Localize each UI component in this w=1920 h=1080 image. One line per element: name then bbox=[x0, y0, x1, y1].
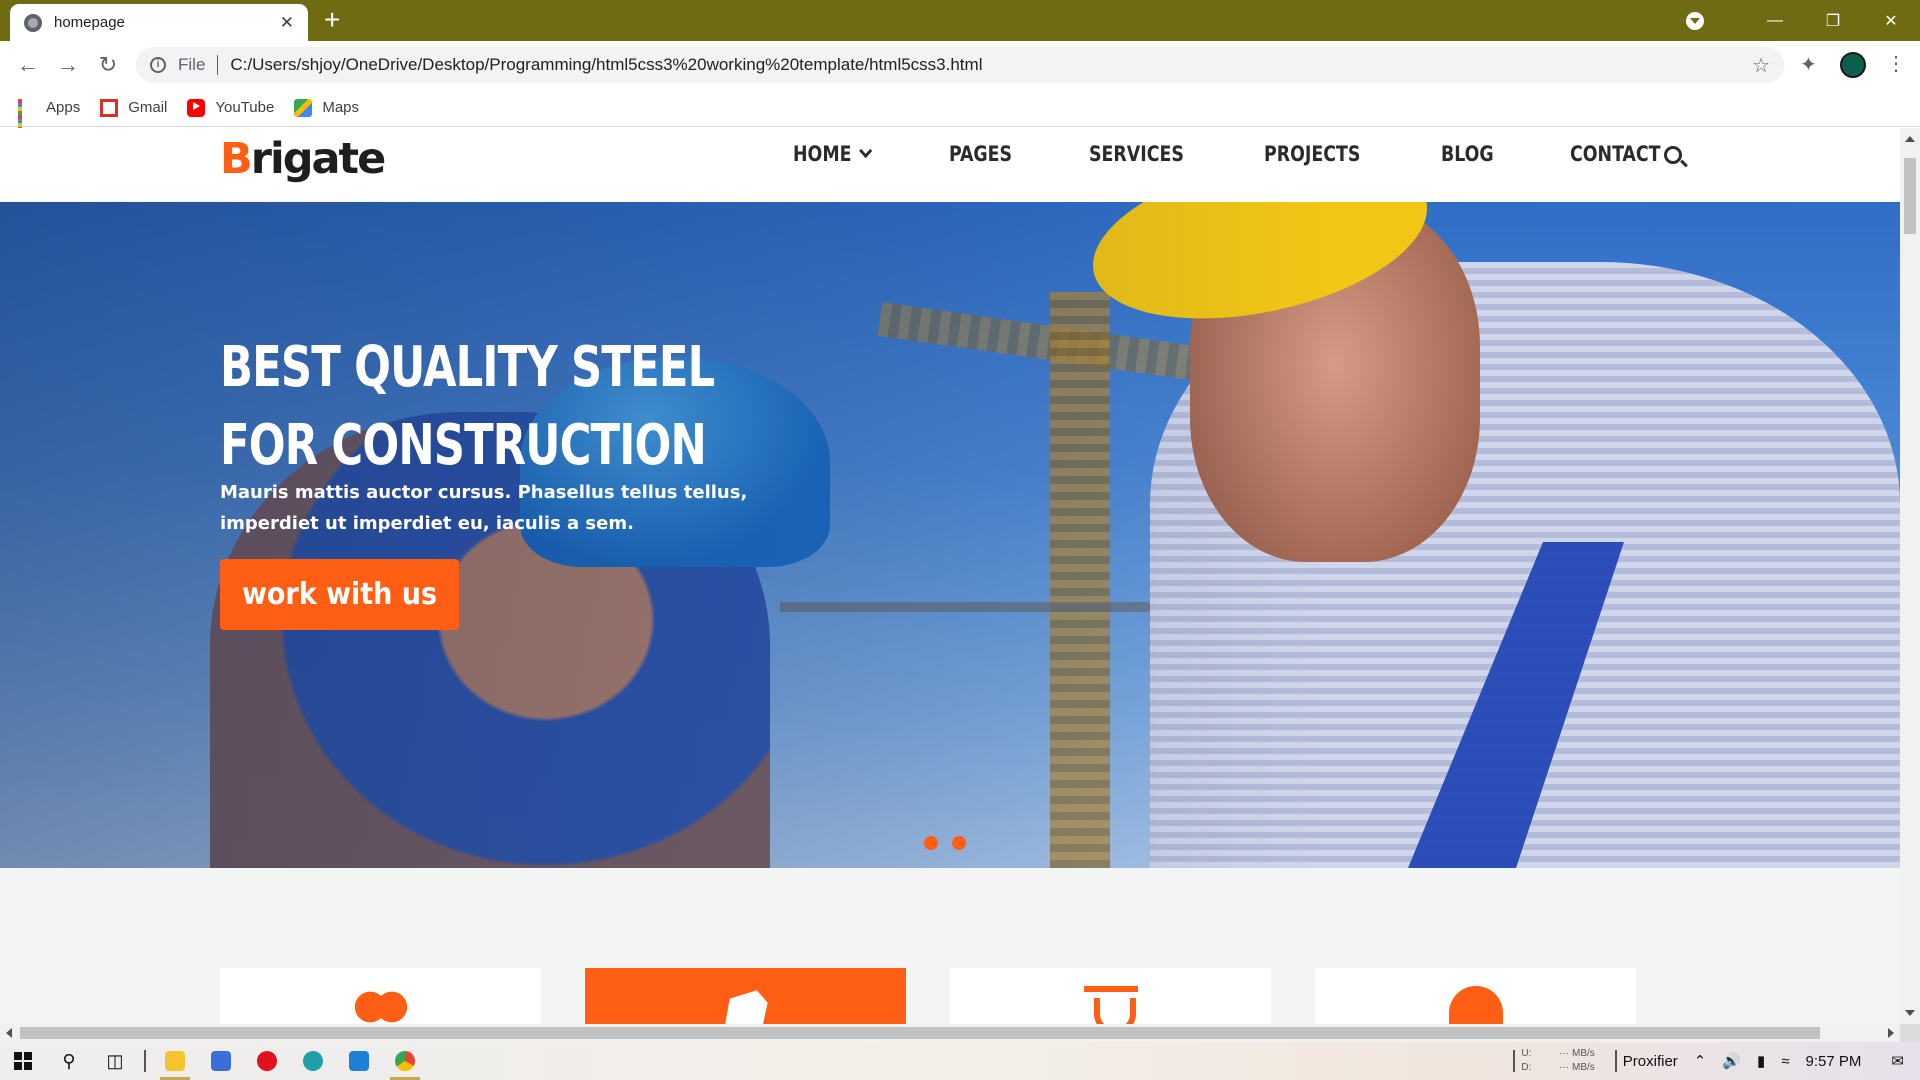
reload-icon[interactable]: ↻ bbox=[92, 49, 124, 81]
edge-icon[interactable] bbox=[290, 1042, 336, 1080]
start-button[interactable] bbox=[0, 1042, 46, 1080]
battery-icon[interactable]: ▮ bbox=[1757, 1052, 1765, 1070]
divider bbox=[1513, 1050, 1516, 1072]
bookmark-gmail[interactable]: Gmail bbox=[100, 98, 168, 117]
search-taskbar-icon[interactable]: ⚲ bbox=[46, 1042, 92, 1080]
bookmark-label: YouTube bbox=[215, 99, 275, 116]
browser-tab-strip: homepage ✕ + — ❐ ✕ bbox=[0, 0, 1920, 41]
clock[interactable]: 9:57 PM bbox=[1806, 1053, 1862, 1070]
scheme-label: File bbox=[178, 55, 206, 74]
vscode-icon[interactable] bbox=[336, 1042, 382, 1080]
file-explorer-icon[interactable] bbox=[152, 1042, 198, 1080]
divider bbox=[217, 55, 219, 75]
net-speed-meter: U: ··· MB/s D: ··· MB/s bbox=[1521, 1048, 1595, 1073]
globe-icon bbox=[24, 13, 42, 32]
scroll-down-icon[interactable] bbox=[1905, 1010, 1915, 1016]
bookmark-apps[interactable]: Apps bbox=[18, 98, 81, 135]
system-tray: U: ··· MB/s D: ··· MB/s Proxifier ⌃ 🔊 ▮ … bbox=[1507, 1042, 1920, 1080]
handshake-icon bbox=[354, 986, 408, 1024]
tab-search-icon[interactable] bbox=[1686, 11, 1704, 30]
nav-blog[interactable]: BLOG bbox=[1441, 142, 1494, 166]
profile-avatar[interactable] bbox=[1840, 52, 1866, 78]
page-viewport: Brigate HOME PAGES SERVICES PROJECTS BLO… bbox=[0, 128, 1900, 1024]
feature-card[interactable] bbox=[950, 968, 1271, 1024]
scroll-right-icon[interactable] bbox=[1888, 1028, 1894, 1038]
nav-services[interactable]: SERVICES bbox=[1089, 142, 1184, 166]
chevron-down-icon bbox=[858, 143, 872, 159]
scroll-thumb[interactable] bbox=[1904, 158, 1916, 234]
scroll-left-icon[interactable] bbox=[6, 1028, 12, 1038]
horizontal-scrollbar[interactable] bbox=[0, 1024, 1900, 1042]
browser-toolbar: ← → ↻ i File C:/Users/shjoy/OneDrive/Des… bbox=[0, 41, 1920, 89]
maps-icon bbox=[294, 98, 313, 117]
network-app-icon[interactable] bbox=[198, 1042, 244, 1080]
notification-icon[interactable]: ✉ bbox=[1891, 1052, 1904, 1070]
bookmark-label: Apps bbox=[46, 99, 81, 116]
slider-dots bbox=[924, 836, 980, 850]
apps-grid-icon bbox=[18, 98, 36, 135]
bookmark-youtube[interactable]: YouTube bbox=[187, 98, 275, 117]
feature-card[interactable] bbox=[585, 968, 906, 1024]
opera-icon[interactable] bbox=[244, 1042, 290, 1080]
close-window-button[interactable]: ✕ bbox=[1862, 0, 1920, 41]
tab-close-icon[interactable]: ✕ bbox=[280, 13, 294, 33]
windows-icon bbox=[14, 1052, 32, 1070]
task-view-icon[interactable]: ◫ bbox=[92, 1042, 138, 1080]
scroll-up-icon[interactable] bbox=[1905, 136, 1915, 142]
hand-icon bbox=[724, 990, 768, 1024]
nav-home[interactable]: HOME bbox=[793, 142, 872, 166]
helmet-icon bbox=[1449, 986, 1503, 1024]
taskbar: ⚲ ◫ U: ··· MB/s D: ··· MB/s Proxifier ⌃ … bbox=[0, 1042, 1920, 1080]
tab-title: homepage bbox=[54, 14, 125, 31]
bookmark-star-icon[interactable]: ☆ bbox=[1752, 53, 1770, 78]
chrome-icon[interactable] bbox=[382, 1042, 428, 1080]
minimize-button[interactable]: — bbox=[1746, 0, 1804, 41]
divider bbox=[1614, 1050, 1617, 1072]
hero-text: Mauris mattis auctor cursus. Phasellus t… bbox=[220, 482, 748, 534]
menu-kebab-icon[interactable]: ⋮ bbox=[1886, 51, 1906, 76]
back-icon[interactable]: ← bbox=[12, 49, 44, 81]
restore-button[interactable]: ❐ bbox=[1804, 0, 1862, 41]
gmail-icon bbox=[100, 98, 119, 117]
chevron-up-icon[interactable]: ⌃ bbox=[1694, 1052, 1707, 1070]
forward-icon[interactable]: → bbox=[52, 49, 84, 81]
bookmarks-bar: Apps Gmail YouTube Maps bbox=[0, 89, 1920, 135]
tool-icon bbox=[1084, 986, 1138, 1024]
scrollbar-corner bbox=[1900, 1024, 1920, 1042]
hero-title: BEST QUALITY STEEL FOR CONSTRUCTION bbox=[220, 335, 715, 478]
bookmark-label: Gmail bbox=[128, 99, 168, 116]
url-text[interactable]: C:/Users/shjoy/OneDrive/Desktop/Programm… bbox=[230, 55, 1752, 75]
site-info-icon[interactable]: i bbox=[150, 57, 166, 73]
bookmark-label: Maps bbox=[322, 99, 360, 116]
bookmark-maps[interactable]: Maps bbox=[294, 98, 360, 117]
nav-contact[interactable]: CONTACT bbox=[1570, 142, 1661, 166]
scroll-thumb[interactable] bbox=[20, 1027, 1820, 1039]
site-logo[interactable]: Brigate bbox=[220, 134, 386, 184]
feature-card[interactable] bbox=[220, 968, 541, 1024]
extensions-icon[interactable]: ✦ bbox=[1800, 52, 1817, 77]
proxifier-label[interactable]: Proxifier bbox=[1623, 1053, 1678, 1070]
vertical-scrollbar[interactable] bbox=[1900, 128, 1920, 1024]
work-with-us-button[interactable]: work with us bbox=[220, 559, 459, 630]
volume-icon[interactable]: 🔊 bbox=[1722, 1052, 1741, 1070]
hero-slider: BEST QUALITY STEEL FOR CONSTRUCTION Maur… bbox=[0, 202, 1900, 868]
slider-dot[interactable] bbox=[952, 836, 966, 850]
wifi-icon[interactable]: ≈ bbox=[1781, 1053, 1789, 1070]
feature-card[interactable] bbox=[1315, 968, 1636, 1024]
nav-projects[interactable]: PROJECTS bbox=[1264, 142, 1360, 166]
address-bar[interactable]: i File C:/Users/shjoy/OneDrive/Desktop/P… bbox=[136, 47, 1784, 83]
divider bbox=[144, 1050, 146, 1072]
main-nav: HOME PAGES SERVICES PROJECTS BLOG CONTAC… bbox=[793, 142, 1741, 166]
nav-pages[interactable]: PAGES bbox=[949, 142, 1012, 166]
slider-dot[interactable] bbox=[924, 836, 938, 850]
new-tab-button[interactable]: + bbox=[324, 6, 340, 34]
site-header: Brigate HOME PAGES SERVICES PROJECTS BLO… bbox=[0, 128, 1900, 202]
search-icon[interactable] bbox=[1664, 146, 1682, 164]
browser-tab[interactable]: homepage ✕ bbox=[10, 4, 308, 41]
youtube-icon bbox=[187, 98, 206, 117]
feature-cards bbox=[220, 968, 1680, 1024]
